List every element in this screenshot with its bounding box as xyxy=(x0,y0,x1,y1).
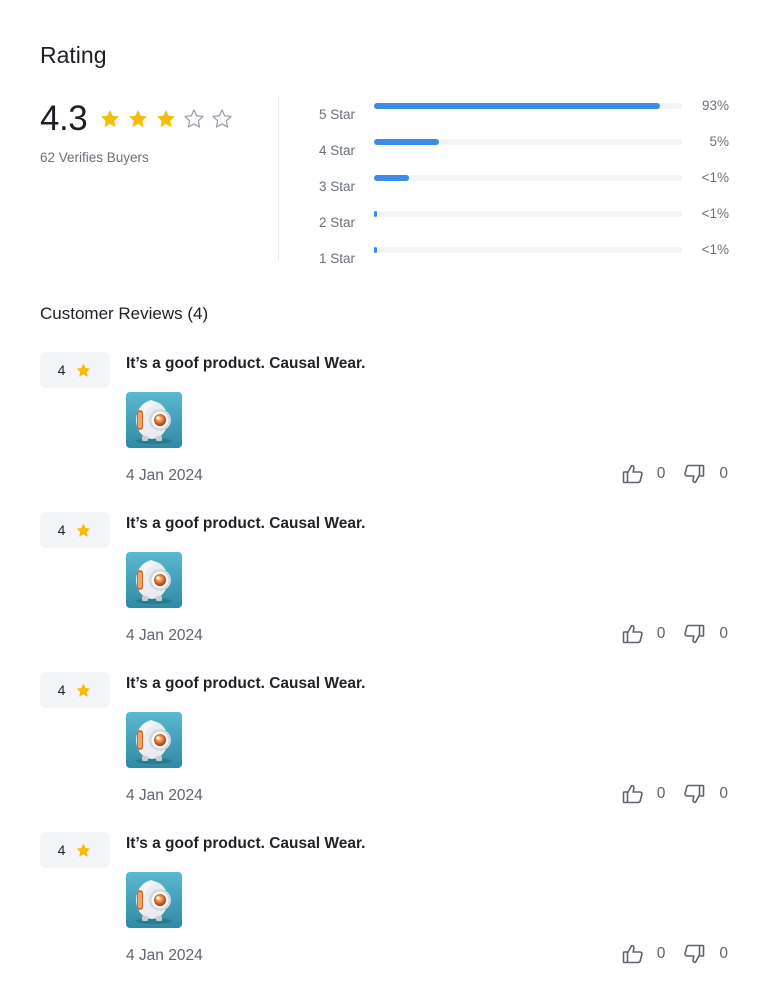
review-product-image[interactable] xyxy=(126,392,182,448)
distribution-label: 1 Star xyxy=(319,250,356,266)
like-button[interactable]: 0 xyxy=(621,462,666,486)
like-count: 0 xyxy=(656,465,666,482)
average-rating: 4.3 xyxy=(40,99,88,138)
distribution-percent: 5% xyxy=(709,134,729,149)
thumbs-up-icon xyxy=(621,942,645,966)
star-filled-icon xyxy=(127,108,149,130)
distribution-percent: 93% xyxy=(701,98,729,113)
star-icon xyxy=(75,522,92,539)
thumbs-up-icon xyxy=(621,782,645,806)
like-count: 0 xyxy=(656,945,666,962)
star-filled-icon xyxy=(155,108,177,130)
star-filled-icon xyxy=(99,108,121,130)
distribution-row: 2 Star <1% xyxy=(319,204,729,240)
dislike-count: 0 xyxy=(719,785,728,802)
review-item: 4 It’s a goof product. Causal Wear. 4 Ja… xyxy=(40,352,728,492)
review-product-image[interactable] xyxy=(126,872,182,928)
review-product-image[interactable] xyxy=(126,712,182,768)
summary-divider xyxy=(278,96,279,260)
review-item: 4 It’s a goof product. Causal Wear. 4 Ja… xyxy=(40,512,728,652)
rating-title: Rating xyxy=(40,42,107,68)
review-rating-badge: 4 xyxy=(40,512,110,548)
distribution-bar-track xyxy=(374,103,682,109)
distribution-percent: <1% xyxy=(701,170,729,185)
dislike-count: 0 xyxy=(719,465,728,482)
distribution-bar-fill xyxy=(374,103,661,109)
review-item: 4 It’s a goof product. Causal Wear. 4 Ja… xyxy=(40,672,728,812)
distribution-bar-fill xyxy=(374,175,410,181)
review-rating-badge: 4 xyxy=(40,672,110,708)
distribution-row: 4 Star 5% xyxy=(319,132,729,168)
dislike-button[interactable]: 0 xyxy=(682,462,728,486)
thumbs-up-icon xyxy=(621,622,645,646)
review-date: 4 Jan 2024 xyxy=(126,467,203,484)
review-date: 4 Jan 2024 xyxy=(126,787,203,804)
like-count: 0 xyxy=(656,625,666,642)
like-button[interactable]: 0 xyxy=(621,782,666,806)
distribution-row: 5 Star 93% xyxy=(319,96,729,132)
review-text: It’s a goof product. Causal Wear. xyxy=(126,355,366,372)
distribution-row: 3 Star <1% xyxy=(319,168,729,204)
thumbs-down-icon xyxy=(682,462,706,486)
star-empty-icon xyxy=(183,108,205,130)
review-text: It’s a goof product. Causal Wear. xyxy=(126,675,366,692)
distribution-bar-fill xyxy=(374,247,378,253)
distribution-bar-fill xyxy=(374,139,439,145)
distribution-percent: <1% xyxy=(701,206,729,221)
average-row: 4.3 xyxy=(40,96,280,142)
dislike-count: 0 xyxy=(719,945,728,962)
distribution-bar-track xyxy=(374,139,682,145)
review-date: 4 Jan 2024 xyxy=(126,627,203,644)
review-rating-value: 4 xyxy=(57,362,66,378)
dislike-count: 0 xyxy=(719,625,728,642)
rating-stars xyxy=(99,108,239,130)
review-rating-value: 4 xyxy=(57,522,66,538)
distribution-label: 3 Star xyxy=(319,178,356,194)
reviews-title: Customer Reviews (4) xyxy=(40,304,209,323)
distribution-label: 2 Star xyxy=(319,214,356,230)
rating-summary: 4.3 62 Verifies Buyers xyxy=(40,96,280,260)
star-empty-icon xyxy=(211,108,233,130)
like-button[interactable]: 0 xyxy=(621,942,666,966)
dislike-button[interactable]: 0 xyxy=(682,782,728,806)
star-icon xyxy=(75,682,92,699)
review-item: 4 It’s a goof product. Causal Wear. 4 Ja… xyxy=(40,832,728,972)
distribution-bar-track xyxy=(374,175,682,181)
review-votes: 0 0 xyxy=(621,942,728,966)
review-product-image[interactable] xyxy=(126,552,182,608)
review-text: It’s a goof product. Causal Wear. xyxy=(126,515,366,532)
thumbs-down-icon xyxy=(682,782,706,806)
distribution-percent: <1% xyxy=(701,242,729,257)
distribution-label: 4 Star xyxy=(319,142,356,158)
star-icon xyxy=(75,362,92,379)
review-votes: 0 0 xyxy=(621,462,728,486)
distribution-bar-track xyxy=(374,211,682,217)
review-rating-value: 4 xyxy=(57,682,66,698)
review-rating-value: 4 xyxy=(57,842,66,858)
distribution-bar-track xyxy=(374,247,682,253)
distribution-row: 1 Star <1% xyxy=(319,240,729,276)
like-button[interactable]: 0 xyxy=(621,622,666,646)
review-votes: 0 0 xyxy=(621,622,728,646)
review-votes: 0 0 xyxy=(621,782,728,806)
distribution-bar-fill xyxy=(374,211,378,217)
review-rating-badge: 4 xyxy=(40,352,110,388)
dislike-button[interactable]: 0 xyxy=(682,942,728,966)
review-rating-badge: 4 xyxy=(40,832,110,868)
review-text: It’s a goof product. Causal Wear. xyxy=(126,835,366,852)
star-icon xyxy=(75,842,92,859)
thumbs-down-icon xyxy=(682,942,706,966)
distribution-label: 5 Star xyxy=(319,106,356,122)
review-date: 4 Jan 2024 xyxy=(126,947,203,964)
dislike-button[interactable]: 0 xyxy=(682,622,728,646)
thumbs-down-icon xyxy=(682,622,706,646)
rating-distribution: 5 Star 93% 4 Star 5% 3 Star <1% 2 Star <1% 1 Sta… xyxy=(319,96,729,276)
verified-buyers-count: 62 Verifies Buyers xyxy=(40,150,149,165)
like-count: 0 xyxy=(656,785,666,802)
thumbs-up-icon xyxy=(621,462,645,486)
